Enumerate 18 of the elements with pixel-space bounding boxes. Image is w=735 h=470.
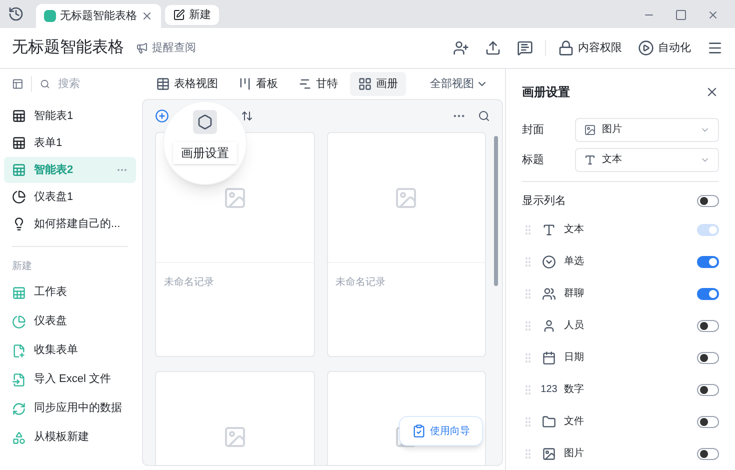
field-label: 文本 bbox=[564, 222, 585, 238]
setting-label: 显示列名 bbox=[522, 194, 567, 209]
panel-title: 画册设置 bbox=[522, 84, 571, 101]
field-label: 日期 bbox=[564, 350, 585, 366]
setting-label: 封面 bbox=[522, 122, 545, 138]
field-label: 文件 bbox=[564, 414, 585, 430]
record-title: 未命名记录 bbox=[163, 276, 215, 290]
section-heading: 新建 bbox=[11, 260, 33, 274]
field-label: 单选 bbox=[564, 254, 585, 270]
record-title: 未命名记录 bbox=[334, 276, 386, 290]
field-label: 数字 bbox=[564, 382, 585, 398]
document-title: 无标题智能表格 bbox=[12, 38, 124, 58]
tooltip: 画册设置 bbox=[173, 142, 237, 164]
field-label: 图片 bbox=[564, 446, 585, 462]
field-label: 群聊 bbox=[564, 287, 585, 302]
field-label: 人员 bbox=[564, 319, 585, 334]
setting-label: 标题 bbox=[522, 152, 545, 168]
number-type-glyph: 123 bbox=[540, 383, 558, 398]
